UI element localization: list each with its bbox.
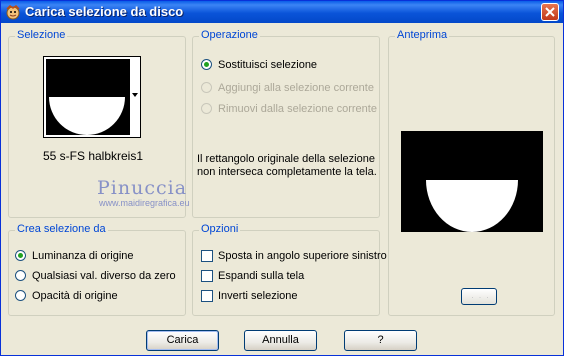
help-button[interactable]: ?: [344, 330, 417, 351]
window-title: Carica selezione da disco: [25, 4, 184, 19]
close-button[interactable]: [541, 3, 559, 21]
checkbox[interactable]: [201, 270, 213, 282]
crea-title: Crea selezione da: [15, 223, 108, 235]
operazione-title: Operazione: [199, 29, 260, 41]
radio-button[interactable]: [15, 270, 26, 281]
radio-button[interactable]: [201, 103, 212, 114]
watermark-name: Pinuccia: [97, 177, 188, 199]
watermark-url: www.maidiregrafica.eu: [99, 198, 190, 208]
info-text: Il rettangolo originale della selezione …: [197, 153, 377, 178]
radio-button[interactable]: [201, 82, 212, 93]
selection-name: 55 s-FS halbkreis1: [42, 149, 144, 163]
preview-canvas: [401, 131, 543, 232]
anteprima-title: Anteprima: [395, 29, 450, 41]
close-icon: [545, 7, 555, 17]
half-circle-shape: [49, 97, 125, 135]
cancel-button[interactable]: Annulla: [244, 330, 317, 351]
checkbox[interactable]: [201, 290, 213, 302]
checkbox[interactable]: [201, 250, 213, 262]
dialog-window: Carica selezione da disco Selezione 55 s…: [0, 0, 564, 356]
app-icon: [6, 5, 20, 20]
selection-dropdown[interactable]: [43, 56, 141, 138]
selection-thumbnail: [46, 59, 130, 135]
selezione-title: Selezione: [15, 29, 68, 41]
load-button[interactable]: Carica: [146, 330, 219, 351]
zoom-button[interactable]: · · ·: [461, 288, 497, 305]
half-circle-preview: [426, 180, 518, 232]
radio-button[interactable]: [15, 250, 26, 261]
chevron-down-icon: [132, 93, 138, 97]
radio-button[interactable]: [15, 290, 26, 301]
radio-button[interactable]: [201, 59, 212, 70]
title-bar[interactable]: Carica selezione da disco: [1, 1, 563, 23]
opzioni-title: Opzioni: [199, 223, 241, 235]
